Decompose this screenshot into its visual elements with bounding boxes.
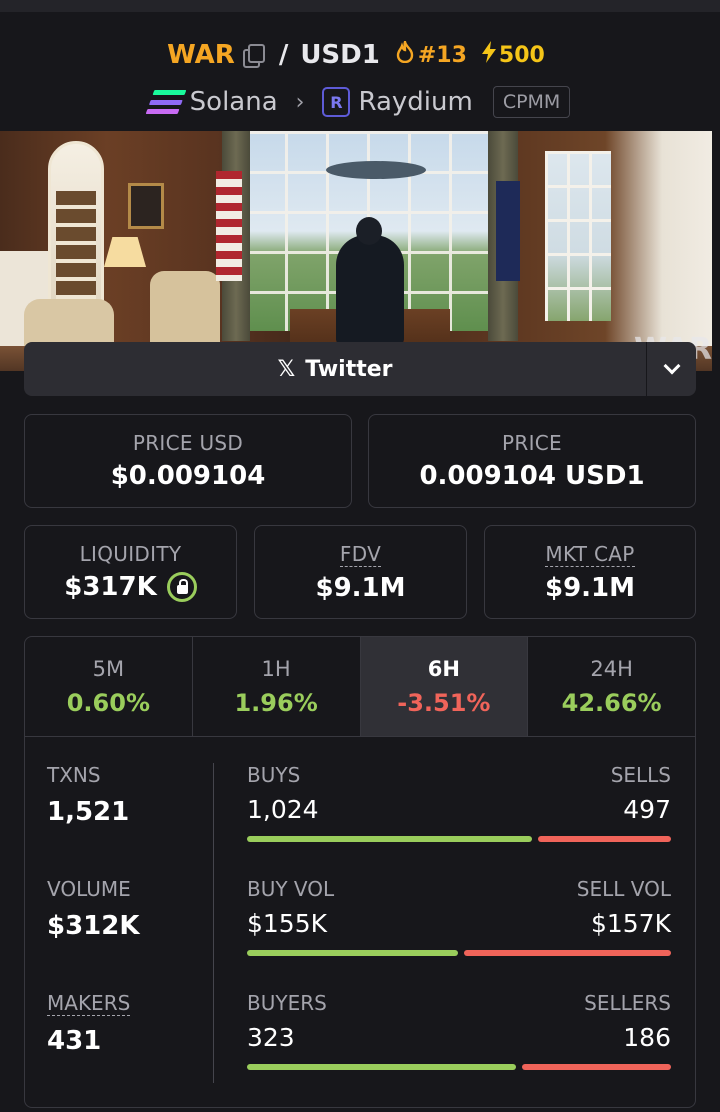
twitter-button[interactable]: 𝕏 Twitter <box>24 342 646 396</box>
tab-5m[interactable]: 5M 0.60% <box>25 637 193 736</box>
social-links-bar: 𝕏 Twitter <box>24 342 696 396</box>
buys-label: BUYS <box>247 763 301 787</box>
liquidity-value: $317K <box>64 572 157 602</box>
dex-link[interactable]: Raydium <box>358 87 472 117</box>
pair-title: WAR / USD1 #13 500 <box>0 37 712 70</box>
sells-label: SELLS <box>610 763 671 787</box>
buyers-sellers-ratio-bar <box>247 1064 671 1070</box>
sell-vol-value: $157K <box>590 909 671 938</box>
twitter-label: Twitter <box>305 356 393 382</box>
fdv-card: FDV $9.1M <box>254 525 467 619</box>
txn-stats: TXNS 1,521 VOLUME $312K MAKERS 431 BUYS … <box>25 737 695 1107</box>
buyers-sellers-stat: BUYERS SELLERS 323 186 <box>247 991 671 1070</box>
pool-type-badge: CPMM <box>492 86 571 118</box>
makers-label[interactable]: MAKERS <box>47 991 131 1016</box>
tab-24h[interactable]: 24H 42.66% <box>528 637 695 736</box>
buyers-label: BUYERS <box>247 991 327 1015</box>
chain-breadcrumb: Solana › R Raydium CPMM <box>0 86 720 118</box>
fdv-label[interactable]: FDV <box>339 542 382 567</box>
buy-vol-bar <box>247 950 458 956</box>
price-change: -3.51% <box>397 688 491 717</box>
buys-value: 1,024 <box>247 795 319 824</box>
quote-symbol: USD1 <box>300 40 380 70</box>
chevron-down-icon <box>663 357 680 375</box>
sellers-value: 186 <box>623 1023 671 1052</box>
liquidity-lock-icon[interactable] <box>166 572 197 602</box>
stats-divider <box>213 763 214 1083</box>
trending-rank: #13 <box>417 42 467 68</box>
makers-value: 431 <box>47 1026 102 1056</box>
sell-vol-bar <box>463 950 671 956</box>
boost-count: 500 <box>498 42 545 68</box>
fdv-value: $9.1M <box>315 572 406 603</box>
price-usd-card: PRICE USD $0.009104 <box>24 414 352 508</box>
buy-sell-vol-stat: BUY VOL SELL VOL $155K $157K <box>247 877 671 956</box>
buy-vol-value: $155K <box>247 909 328 938</box>
tab-label: 6H <box>427 656 460 681</box>
flame-icon <box>396 37 414 69</box>
chain-link[interactable]: Solana <box>190 87 278 117</box>
txns-label: TXNS <box>47 763 101 787</box>
price-quote-card: PRICE 0.009104 USD1 <box>368 414 696 508</box>
mkt-cap-label[interactable]: MKT CAP <box>545 542 635 567</box>
solana-icon <box>145 90 187 114</box>
sell-vol-label: SELL VOL <box>576 877 671 901</box>
price-change: 42.66% <box>561 688 662 717</box>
price-usd-label: PRICE USD <box>132 431 244 455</box>
makers-stat: MAKERS 431 <box>47 991 131 1056</box>
x-twitter-icon: 𝕏 <box>277 356 296 382</box>
trending-rank-badge[interactable]: #13 <box>396 37 467 69</box>
price-usd-value: $0.009104 <box>110 461 266 491</box>
chevron-right-icon: › <box>295 89 305 115</box>
buyers-value: 323 <box>247 1023 295 1052</box>
tab-label: 5M <box>92 656 125 681</box>
txns-stat: TXNS 1,521 <box>47 763 129 827</box>
mkt-cap-card: MKT CAP $9.1M <box>484 525 696 619</box>
liquidity-card: LIQUIDITY $317K <box>24 525 237 619</box>
lightning-icon <box>481 41 497 69</box>
sells-value: 497 <box>623 795 671 824</box>
price-change: 0.60% <box>66 688 150 717</box>
volume-value: $312K <box>47 911 140 941</box>
mkt-cap-value: $9.1M <box>544 572 636 603</box>
txns-value: 1,521 <box>47 797 130 827</box>
buy-vol-label: BUY VOL <box>247 877 335 901</box>
tab-label: 1H <box>261 656 291 681</box>
tab-label: 24H <box>590 656 633 681</box>
pair-header: WAR / USD1 #13 500 Solana › R Raydium CP… <box>0 0 720 131</box>
buyers-bar <box>247 1064 517 1070</box>
sellers-label: SELLERS <box>584 991 671 1015</box>
liquidity-value-row: $317K <box>64 572 197 602</box>
tab-6h[interactable]: 6H -3.51% <box>360 637 529 736</box>
price-quote-value: 0.009104 USD1 <box>419 461 645 491</box>
boost-badge[interactable]: 500 <box>481 41 545 69</box>
volume-label: VOLUME <box>47 877 131 901</box>
trading-stats-panel: 5M 0.60% 1H 1.96% 6H -3.51% 24H 42.66% T… <box>24 636 696 1108</box>
base-symbol: WAR <box>167 40 235 70</box>
buy-sell-vol-ratio-bar <box>247 950 671 956</box>
sells-bar <box>538 836 671 842</box>
tab-1h[interactable]: 1H 1.96% <box>193 637 361 736</box>
sellers-bar <box>522 1064 671 1070</box>
token-banner-image: WAR <box>0 131 712 371</box>
raydium-icon: R <box>322 87 351 117</box>
timeframe-tabs: 5M 0.60% 1H 1.96% 6H -3.51% 24H 42.66% <box>25 637 695 737</box>
liquidity-label: LIQUIDITY <box>79 542 182 566</box>
pair-separator: / <box>278 40 289 70</box>
price-change: 1.96% <box>234 688 318 717</box>
buys-sells-stat: BUYS SELLS 1,024 497 <box>247 763 671 842</box>
buys-bar <box>247 836 533 842</box>
volume-stat: VOLUME $312K <box>47 877 140 941</box>
socials-dropdown-toggle[interactable] <box>646 342 696 396</box>
price-quote-label: PRICE <box>502 431 562 455</box>
copy-icon[interactable] <box>242 44 265 68</box>
buys-sells-ratio-bar <box>247 836 671 842</box>
